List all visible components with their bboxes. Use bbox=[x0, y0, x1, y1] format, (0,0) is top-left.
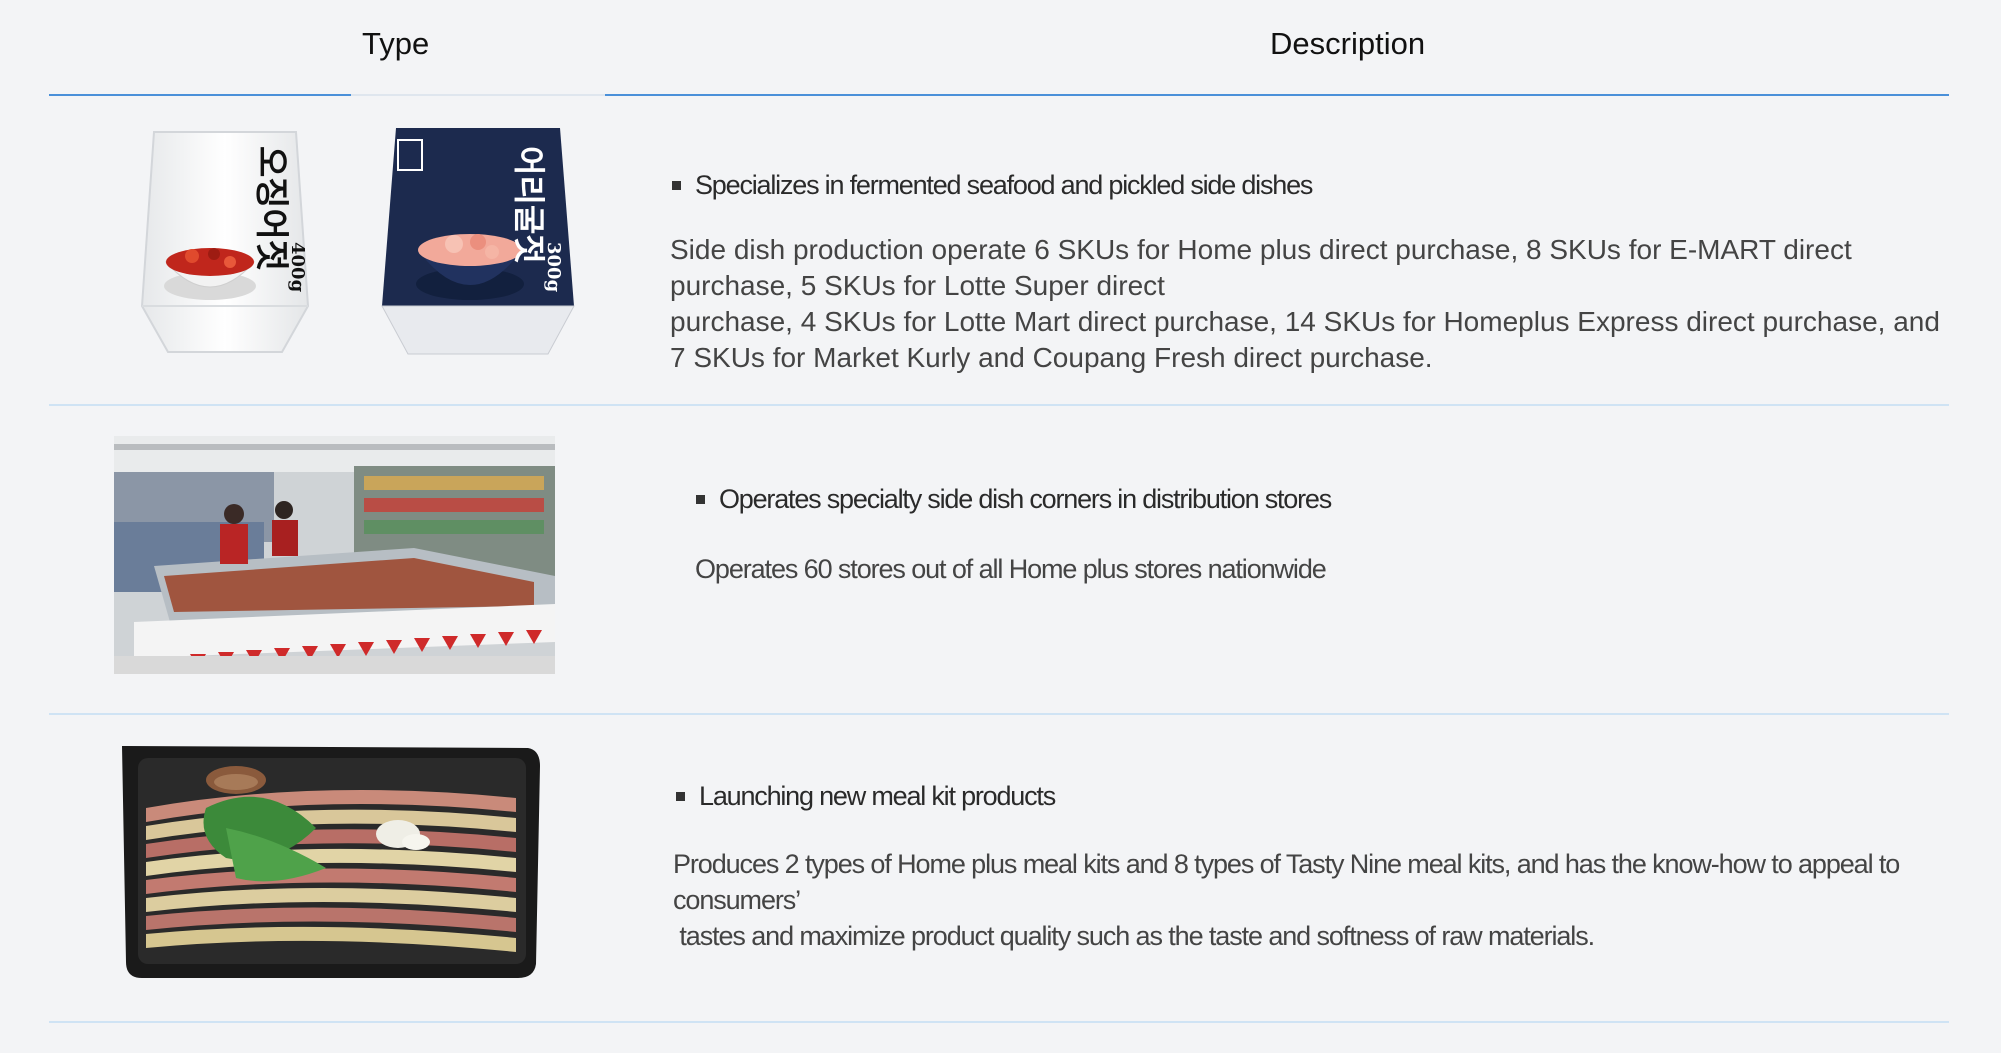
package-label-name: 오징어젓 bbox=[251, 146, 291, 271]
description-line: Side dish production operate 6 SKUs for … bbox=[670, 234, 1852, 265]
row-title: Launching new meal kit products bbox=[676, 781, 1056, 812]
bullet-square-icon bbox=[672, 181, 681, 190]
header-rule-left bbox=[49, 94, 351, 96]
fermented-seafood-package-white: 오징어젓 400g bbox=[140, 131, 310, 353]
row-description: Produces 2 types of Home plus meal kits … bbox=[673, 846, 2001, 954]
header-rule-gap bbox=[351, 94, 605, 96]
description-line: tastes and maximize product quality such… bbox=[673, 921, 1595, 951]
row-description: Side dish production operate 6 SKUs for … bbox=[670, 232, 1940, 376]
description-line: 7 SKUs for Market Kurly and Coupang Fres… bbox=[670, 342, 1433, 373]
row-divider bbox=[49, 1021, 1949, 1023]
row-title: Operates specialty side dish corners in … bbox=[696, 484, 1332, 515]
table-header: Type Description bbox=[0, 0, 2001, 96]
package-label-weight: 300g bbox=[543, 242, 564, 293]
row-title-text: Operates specialty side dish corners in … bbox=[719, 484, 1332, 514]
store-side-dish-corner-photo bbox=[114, 436, 555, 674]
description-line: Produces 2 types of Home plus meal kits … bbox=[673, 849, 1900, 915]
bullet-square-icon bbox=[676, 792, 685, 801]
fermented-seafood-package-navy: 어리굴젓 300g bbox=[381, 128, 575, 355]
row-description: Operates 60 stores out of all Home plus … bbox=[695, 551, 1327, 587]
description-column-header: Description bbox=[1270, 26, 1426, 61]
package-label-name: 어리굴젓 bbox=[510, 146, 548, 264]
row-title-text: Specializes in fermented seafood and pic… bbox=[695, 170, 1313, 200]
header-rule-right bbox=[605, 94, 1949, 96]
row-title: Specializes in fermented seafood and pic… bbox=[672, 170, 1313, 201]
meal-kit-tray-photo bbox=[122, 746, 540, 978]
bullet-square-icon bbox=[696, 495, 705, 504]
type-column-header: Type bbox=[362, 26, 430, 61]
package-label-weight: 400g bbox=[287, 242, 308, 293]
description-line: Operates 60 stores out of all Home plus … bbox=[695, 554, 1327, 584]
row-divider bbox=[49, 713, 1949, 715]
description-line: purchase, 5 SKUs for Lotte Super direct bbox=[670, 270, 1165, 301]
description-line: purchase, 4 SKUs for Lotte Mart direct p… bbox=[670, 306, 1940, 337]
row-title-text: Launching new meal kit products bbox=[699, 781, 1056, 811]
row-divider bbox=[49, 404, 1949, 406]
